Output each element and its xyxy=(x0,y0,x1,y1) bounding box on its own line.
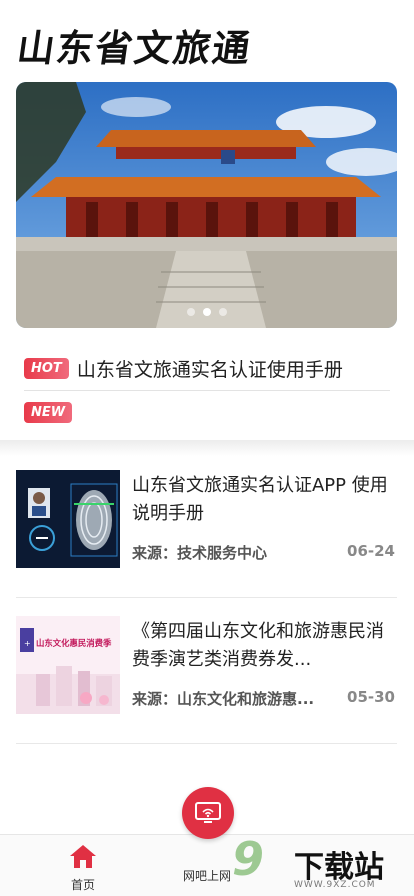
home-icon xyxy=(70,845,96,868)
carousel-dot[interactable] xyxy=(218,308,227,316)
article-date: 06-24 xyxy=(347,542,395,560)
nav-home-label: 首页 xyxy=(70,878,95,892)
article-source: 来源：山东文化和旅游惠... xyxy=(132,690,315,708)
site-watermark: 9 下载站 WWW.9XZ.COM xyxy=(232,832,410,896)
nav-netbar-label: 网吧上网 xyxy=(182,869,231,883)
watermark-url: WWW.9XZ.COM xyxy=(294,880,376,890)
section-separator xyxy=(0,440,414,456)
netbar-button[interactable] xyxy=(182,787,234,839)
carousel-dot[interactable] xyxy=(186,308,195,316)
svg-text:+: + xyxy=(24,639,31,648)
notice-divider xyxy=(24,390,390,391)
hot-badge: HOT xyxy=(24,358,69,379)
article-divider xyxy=(16,597,397,598)
article-title[interactable]: 山东省文旅通实名认证APP 使用说明手册 xyxy=(132,472,394,528)
article-item[interactable]: 山东省文旅通实名认证APP 使用说明手册 来源：技术服务中心 06-24 xyxy=(16,470,397,598)
monitor-wifi-icon xyxy=(195,802,221,823)
app-title: 山东省文旅通 xyxy=(14,26,255,70)
article-thumbnail xyxy=(16,470,120,568)
article-divider xyxy=(16,743,397,744)
carousel-dots xyxy=(16,308,397,316)
nav-home[interactable]: 首页 xyxy=(60,843,106,893)
new-badge: NEW xyxy=(24,402,73,423)
watermark-logo-number: 9 xyxy=(232,832,265,886)
article-source: 来源：技术服务中心 xyxy=(132,544,268,562)
banner-carousel[interactable] xyxy=(16,82,397,328)
article-item[interactable]: + 山东文化惠民消费季 《第四届山东文化和旅游惠民消费季演艺类消费券发... 来… xyxy=(16,616,397,744)
article-title[interactable]: 《第四届山东文化和旅游惠民消费季演艺类消费券发... xyxy=(132,618,394,674)
thumb-caption: 山东文化惠民消费季 xyxy=(36,638,112,648)
article-date: 05-30 xyxy=(347,688,395,706)
notice-hot[interactable]: HOT 山东省文旅通实名认证使用手册 xyxy=(24,355,390,382)
carousel-dot-active[interactable] xyxy=(202,308,211,316)
article-thumbnail: + 山东文化惠民消费季 xyxy=(16,616,120,714)
notice-title[interactable]: 山东省文旅通实名认证使用手册 xyxy=(77,355,343,382)
notice-new[interactable]: NEW xyxy=(24,402,390,423)
temple-photo xyxy=(16,82,397,328)
